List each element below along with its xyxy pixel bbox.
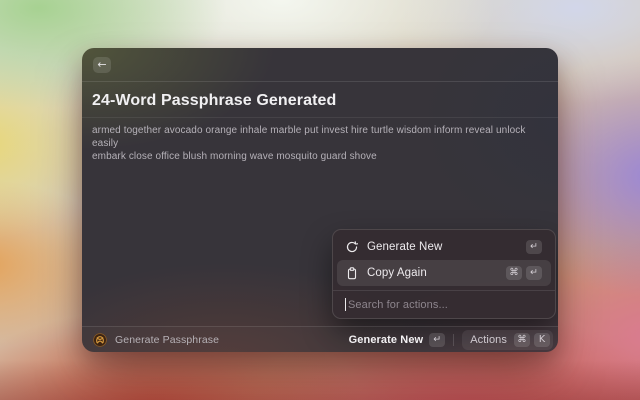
passphrase-line: embark close office blush morning wave m…: [92, 151, 377, 162]
text-cursor: [345, 298, 346, 311]
shortcut-keys: ↵: [526, 240, 542, 254]
command-key-badge: ⌘: [506, 266, 522, 280]
shortcut-keys: ⌘ ↵: [506, 266, 542, 280]
primary-action-label: Generate New: [348, 333, 424, 346]
passphrase-line: armed together avocado orange inhale mar…: [92, 125, 526, 149]
action-list: Generate New ↵ Copy Again ⌘ ↵: [333, 230, 555, 290]
desktop-background: ← 24-Word Passphrase Generated armed tog…: [0, 0, 640, 400]
action-item-generate-new[interactable]: Generate New ↵: [337, 234, 551, 260]
actions-button-label: Actions: [470, 333, 507, 346]
action-label: Copy Again: [367, 267, 427, 279]
actions-button[interactable]: Actions ⌘ K: [462, 329, 553, 350]
passphrase-text: armed together avocado orange inhale mar…: [92, 124, 544, 163]
back-button[interactable]: ←: [93, 56, 111, 73]
action-search-input[interactable]: Search for actions...: [333, 291, 555, 318]
return-key-badge: ↵: [429, 332, 446, 347]
search-placeholder: Search for actions...: [348, 298, 448, 311]
launcher-window: ← 24-Word Passphrase Generated armed tog…: [82, 48, 558, 352]
detail-view: 24-Word Passphrase Generated armed toget…: [82, 92, 558, 163]
k-key-badge: K: [534, 332, 550, 347]
title-divider: [82, 117, 558, 118]
window-header: ←: [82, 48, 558, 82]
command-key-badge: ⌘: [514, 332, 530, 347]
page-title: 24-Word Passphrase Generated: [92, 92, 337, 109]
status-bar-right: Generate New ↵ Actions ⌘ K: [348, 329, 553, 350]
return-key-badge: ↵: [526, 240, 542, 254]
extension-name: Generate Passphrase: [115, 333, 220, 346]
action-label: Generate New: [367, 241, 443, 253]
back-arrow-icon: ←: [97, 58, 107, 71]
pretzel-extension-icon: [93, 332, 107, 347]
action-item-copy-again[interactable]: Copy Again ⌘ ↵: [337, 260, 551, 286]
refresh-icon: [346, 241, 358, 253]
primary-action-button[interactable]: Generate New ↵: [348, 332, 446, 347]
status-bar: Generate Passphrase Generate New ↵ Actio…: [82, 326, 558, 352]
clipboard-icon: [346, 266, 358, 279]
actions-popover: Generate New ↵ Copy Again ⌘ ↵ Search for…: [332, 229, 556, 319]
status-bar-divider: [453, 333, 455, 346]
return-key-badge: ↵: [526, 266, 542, 280]
